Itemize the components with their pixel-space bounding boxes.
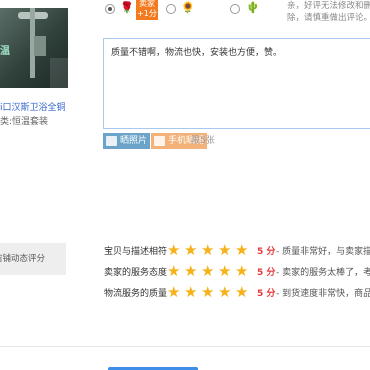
section-divider xyxy=(0,346,370,347)
bubble-line1: 卖家 xyxy=(139,0,155,8)
dsr-description: - 卖家的服务太棒了，考虑 xyxy=(276,268,370,278)
glass-shape xyxy=(50,58,68,88)
overall-rating-group: 🌹 卖家 +1分 🌻 🌵 xyxy=(103,0,283,24)
star-icon[interactable]: ★ xyxy=(184,284,197,300)
rating-bad-radio[interactable] xyxy=(230,4,240,14)
bubble-line2: +1分 xyxy=(137,9,157,18)
dsr-row-label: 卖家的服务态度 xyxy=(104,268,168,278)
product-classification: 类:恒温套装 xyxy=(0,117,49,127)
review-page: 温 i口汉斯卫浴全铜 类:恒温套装 🌹 卖家 +1分 🌻 🌵 亲，好评无法修改和… xyxy=(0,0,370,370)
star-icon[interactable]: ★ xyxy=(184,263,197,279)
rating-note: 亲，好评无法修改和删除，请慎重做出评论。 xyxy=(287,1,370,23)
star-icon[interactable]: ★ xyxy=(235,263,248,279)
shop-dsr-label: 店铺动态评分 xyxy=(0,243,66,275)
product-image[interactable]: 温 xyxy=(0,8,68,88)
rose-icon: 🌹 xyxy=(120,1,134,14)
rating-good-radio[interactable] xyxy=(105,4,115,14)
star-icon[interactable]: ★ xyxy=(201,284,214,300)
star-icon[interactable]: ★ xyxy=(167,263,180,279)
star-icon[interactable]: ★ xyxy=(167,284,180,300)
dsr-row-logistics: 物流服务的质量 ★ ★ ★ ★ ★ 5 分 - 到货速度非常快，商品完 xyxy=(104,284,370,304)
star-icon[interactable]: ★ xyxy=(218,284,231,300)
product-title-link[interactable]: i口汉斯卫浴全铜 xyxy=(0,100,66,113)
sunflower-icon: 🌻 xyxy=(181,1,195,14)
shower-panel-shape xyxy=(34,36,46,56)
dsr-description: - 到货速度非常快，商品完 xyxy=(276,289,370,299)
star-icon[interactable]: ★ xyxy=(184,242,197,258)
review-textarea[interactable]: 质量不错啊，物流也快，安装也方便，赞。 xyxy=(103,38,370,129)
camera-icon xyxy=(106,136,117,146)
upload-photo-button[interactable]: 晒照片 xyxy=(103,133,151,149)
dsr-row-service: 卖家的服务态度 ★ ★ ★ ★ ★ 5 分 - 卖家的服务太棒了，考虑 xyxy=(104,263,370,283)
phone-icon xyxy=(154,136,165,146)
star-icon[interactable]: ★ xyxy=(201,242,214,258)
dsr-score: 5 分 xyxy=(257,268,276,278)
upload-limit-text: 限5张 xyxy=(191,136,215,146)
seller-bonus-badge: 卖家 +1分 xyxy=(136,0,158,20)
rating-neutral-radio[interactable] xyxy=(166,4,176,14)
image-watermark: 温 xyxy=(0,46,10,57)
star-icon[interactable]: ★ xyxy=(218,242,231,258)
dsr-row-description: 宝贝与描述相符 ★ ★ ★ ★ ★ 5 分 - 质量非常好，与卖家描述 xyxy=(104,242,370,262)
dsr-row-label: 物流服务的质量 xyxy=(104,289,168,299)
dsr-score: 5 分 xyxy=(257,247,276,257)
star-icon[interactable]: ★ xyxy=(218,263,231,279)
dsr-row-label: 宝贝与描述相符 xyxy=(104,247,168,257)
upload-photo-label: 晒照片 xyxy=(120,136,148,146)
star-icon[interactable]: ★ xyxy=(201,263,214,279)
dsr-description: - 质量非常好，与卖家描述 xyxy=(276,247,370,257)
cactus-icon: 🌵 xyxy=(246,1,260,14)
star-icon[interactable]: ★ xyxy=(167,242,180,258)
dsr-score: 5 分 xyxy=(257,289,276,299)
star-icon[interactable]: ★ xyxy=(235,284,248,300)
star-icon[interactable]: ★ xyxy=(235,242,248,258)
